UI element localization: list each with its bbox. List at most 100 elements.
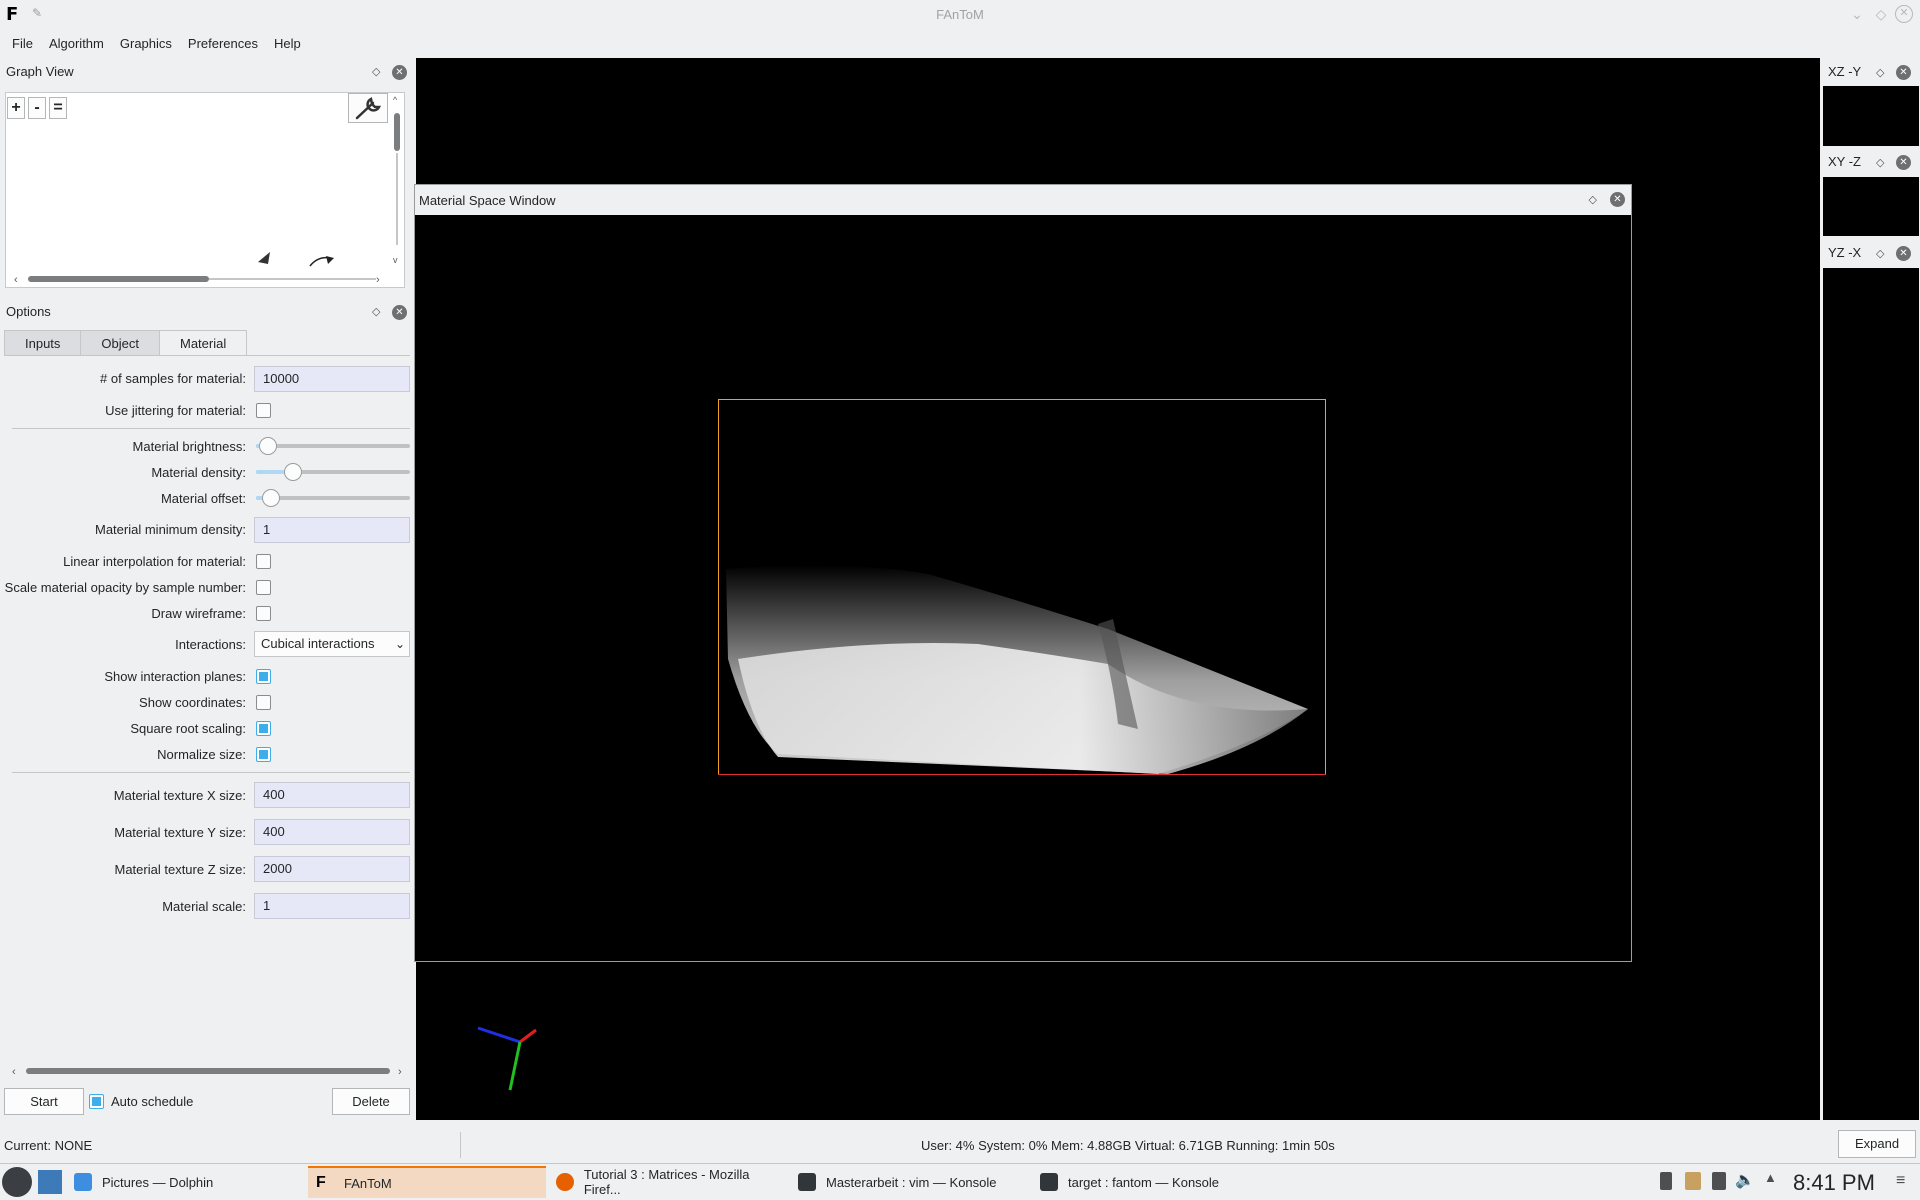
clipboard-icon[interactable]: [1685, 1172, 1701, 1190]
close-dock-icon[interactable]: ✕: [392, 65, 407, 80]
scale-label: Material scale:: [162, 899, 246, 914]
mini-view-xz[interactable]: [1823, 86, 1919, 146]
maximize-icon[interactable]: ◇: [1872, 5, 1890, 23]
zoom-reset-button[interactable]: =: [49, 97, 67, 119]
min-density-label: Material minimum density:: [95, 522, 246, 537]
window-titlebar[interactable]: FAnToM: [0, 0, 1920, 28]
close-dock-icon[interactable]: ✕: [392, 305, 407, 320]
panel-menu-icon[interactable]: ≡: [1896, 1172, 1905, 1190]
scale-input[interactable]: 1: [254, 893, 410, 919]
options-title: Options: [6, 304, 51, 319]
float-dock-icon[interactable]: ◇: [1876, 156, 1884, 169]
tab-material[interactable]: Material: [159, 330, 248, 356]
start-button[interactable]: Start: [4, 1088, 84, 1115]
battery-icon[interactable]: [1712, 1172, 1726, 1190]
mini-view-yz[interactable]: [1823, 268, 1919, 1120]
options-horizontal-scrollbar[interactable]: ‹ ›: [8, 1064, 408, 1078]
terminal-icon: [798, 1173, 816, 1191]
tex-z-label: Material texture Z size:: [114, 862, 247, 877]
task-label: target : fantom — Konsole: [1068, 1174, 1220, 1190]
graph-vertical-scrollbar[interactable]: ^ v: [390, 93, 404, 269]
mini-view-xy[interactable]: [1823, 177, 1919, 236]
float-window-icon[interactable]: ◇: [1589, 193, 1597, 206]
expand-button[interactable]: Expand: [1838, 1130, 1916, 1158]
close-dock-icon[interactable]: ✕: [1896, 246, 1911, 261]
task-fantom[interactable]: F FAnToM: [308, 1166, 546, 1198]
samples-input[interactable]: 10000: [254, 366, 410, 392]
task-firefox[interactable]: Tutorial 3 : Matrices - Mozilla Firef...: [548, 1166, 788, 1198]
tab-object[interactable]: Object: [80, 330, 160, 356]
app-logo-icon[interactable]: F: [6, 4, 24, 25]
show-desktop-icon[interactable]: [38, 1170, 62, 1194]
show-coords-checkbox[interactable]: [256, 695, 271, 710]
folder-icon: [74, 1173, 92, 1191]
close-window-icon[interactable]: ✕: [1610, 192, 1625, 207]
samples-label: # of samples for material:: [100, 371, 246, 386]
show-planes-label: Show interaction planes:: [104, 669, 246, 684]
close-dock-icon[interactable]: ✕: [1896, 155, 1911, 170]
usb-icon[interactable]: [1660, 1172, 1672, 1190]
tex-y-input[interactable]: 400: [254, 819, 410, 845]
tray-expand-icon[interactable]: ▲: [1764, 1170, 1777, 1185]
zoom-out-button[interactable]: -: [28, 97, 46, 119]
task-dolphin[interactable]: Pictures — Dolphin: [66, 1166, 306, 1198]
scale-opacity-checkbox[interactable]: [256, 580, 271, 595]
minimize-icon[interactable]: ⌄: [1848, 5, 1866, 23]
menu-file[interactable]: File: [4, 36, 41, 51]
float-dock-icon[interactable]: ◇: [372, 65, 380, 78]
task-konsole-vim[interactable]: Masterarbeit : vim — Konsole: [790, 1166, 1030, 1198]
task-label: Pictures — Dolphin: [102, 1174, 214, 1190]
menubar: File Algorithm Graphics Preferences Help: [0, 30, 1920, 56]
brightness-label: Material brightness:: [132, 439, 246, 454]
offset-label: Material offset:: [160, 491, 246, 506]
linear-interp-checkbox[interactable]: [256, 554, 271, 569]
tex-z-input[interactable]: 2000: [254, 856, 410, 882]
density-slider[interactable]: [256, 470, 410, 474]
wireframe-checkbox[interactable]: [256, 606, 271, 621]
float-dock-icon[interactable]: ◇: [1876, 66, 1884, 79]
brightness-slider-handle[interactable]: [259, 437, 278, 455]
close-dock-icon[interactable]: ✕: [1896, 65, 1911, 80]
material-space-window[interactable]: Material Space Window ◇ ✕: [414, 184, 1632, 962]
density-slider-handle[interactable]: [283, 463, 302, 481]
graph-horizontal-scrollbar[interactable]: ‹ ›: [8, 272, 390, 286]
wrench-icon[interactable]: [348, 93, 388, 123]
pin-icon[interactable]: ✎: [32, 6, 42, 20]
axis-gizmo-icon: [477, 1026, 537, 1091]
jitter-checkbox[interactable]: [256, 403, 271, 418]
offset-slider-handle[interactable]: [262, 489, 281, 507]
separator: [12, 772, 410, 773]
menu-algorithm[interactable]: Algorithm: [41, 36, 112, 51]
auto-schedule-checkbox[interactable]: [89, 1094, 104, 1109]
svg-text:›: ›: [376, 274, 380, 286]
delete-button[interactable]: Delete: [332, 1088, 410, 1115]
statusbar: Current: NONE User: 4% System: 0% Mem: 4…: [0, 1132, 1920, 1158]
menu-graphics[interactable]: Graphics: [112, 36, 180, 51]
float-dock-icon[interactable]: ◇: [1876, 247, 1884, 260]
float-dock-icon[interactable]: ◇: [372, 305, 380, 318]
close-window-icon[interactable]: ✕: [1895, 5, 1913, 23]
zoom-in-button[interactable]: +: [7, 97, 25, 119]
clock[interactable]: 8:41 PM: [1793, 1170, 1875, 1196]
task-konsole-target[interactable]: target : fantom — Konsole: [1032, 1166, 1272, 1198]
material-space-titlebar[interactable]: Material Space Window ◇ ✕: [415, 185, 1631, 215]
volume-icon[interactable]: 🔈: [1735, 1170, 1755, 1190]
tab-inputs[interactable]: Inputs: [4, 330, 82, 356]
material-volume-render: [718, 399, 1326, 775]
brightness-slider[interactable]: [256, 444, 410, 448]
wireframe-label: Draw wireframe:: [151, 606, 246, 621]
show-planes-checkbox[interactable]: [256, 669, 271, 684]
menu-preferences[interactable]: Preferences: [180, 36, 266, 51]
normalize-checkbox[interactable]: [256, 747, 271, 762]
tex-x-input[interactable]: 400: [254, 782, 410, 808]
interactions-select[interactable]: Cubical interactions ⌄: [254, 631, 410, 657]
application-launcher-icon[interactable]: [2, 1167, 32, 1197]
status-stats: User: 4% System: 0% Mem: 4.88GB Virtual:…: [921, 1138, 1335, 1153]
graph-canvas[interactable]: [5, 92, 405, 288]
min-density-input[interactable]: 1: [254, 517, 410, 543]
tex-y-label: Material texture Y size:: [114, 825, 246, 840]
menu-help[interactable]: Help: [266, 36, 309, 51]
sqrt-scaling-checkbox[interactable]: [256, 721, 271, 736]
interactions-label: Interactions:: [175, 637, 246, 652]
auto-schedule-label: Auto schedule: [111, 1094, 194, 1109]
